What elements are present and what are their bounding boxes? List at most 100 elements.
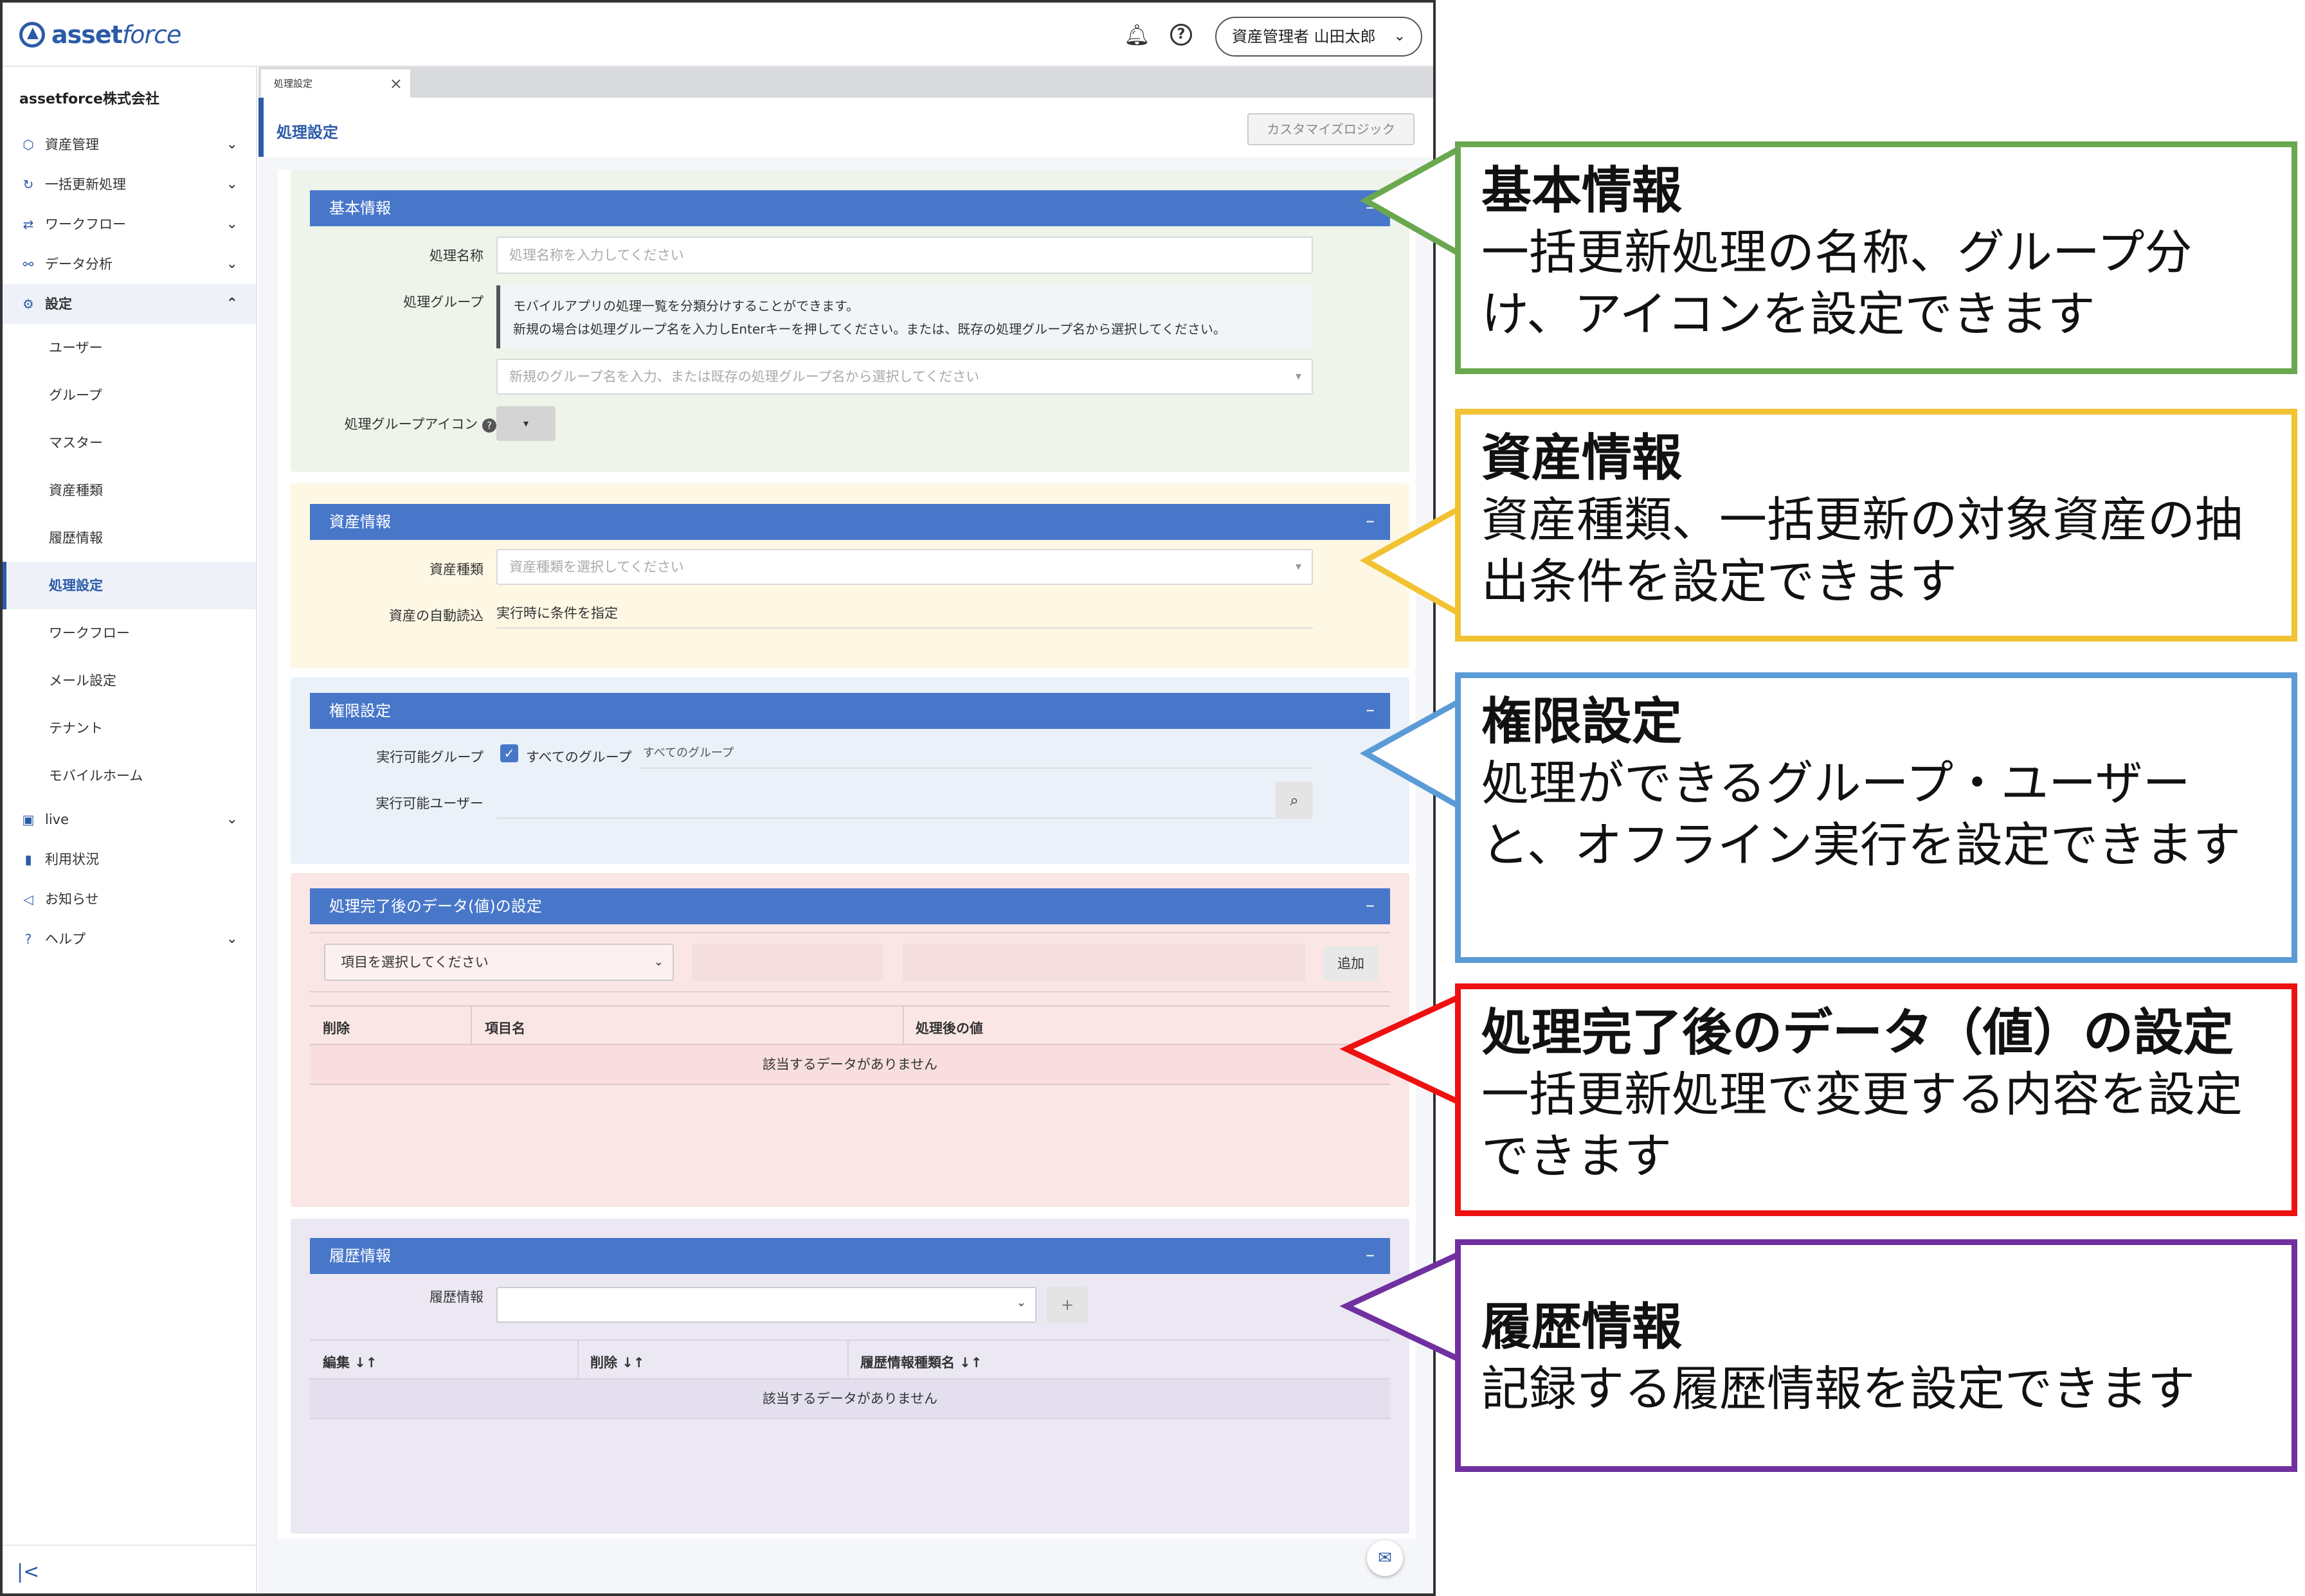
sidebar-subitem-groups[interactable]: グループ bbox=[3, 372, 256, 419]
section-after-processing: 処理完了後のデータ(値)の設定 – 項目を選択してください ⌄ 追加 削除 項目… bbox=[291, 873, 1409, 1207]
sidebar-item-news[interactable]: ◁ お知らせ bbox=[3, 879, 256, 919]
section-header-basic[interactable]: 基本情報 – bbox=[310, 190, 1390, 226]
users-input[interactable] bbox=[496, 782, 1274, 819]
all-groups-checkbox[interactable]: ✓ bbox=[500, 744, 518, 762]
sidebar-item-label: お知らせ bbox=[45, 892, 99, 907]
history-select[interactable]: ⌄ bbox=[496, 1287, 1036, 1323]
collapse-icon[interactable]: – bbox=[1366, 887, 1375, 923]
value-input-1[interactable] bbox=[692, 944, 883, 981]
customize-logic-button[interactable]: カスタマイズロジック bbox=[1247, 113, 1415, 145]
auto-load-value[interactable]: 実行時に条件を指定 bbox=[496, 599, 1313, 629]
callout-after-processing: 処理完了後のデータ（値）の設定 一括更新処理で変更する内容を設定できます bbox=[1455, 983, 2297, 1216]
callout-body: 資産種類、一括更新の対象資産の抽出条件を設定できます bbox=[1481, 492, 2243, 609]
callout-body: 記録する履歴情報を設定できます bbox=[1481, 1361, 2195, 1417]
column-divider bbox=[577, 1341, 579, 1379]
chevron-up-icon: ⌃ bbox=[226, 296, 238, 312]
groups-tag-field[interactable]: すべてのグループ bbox=[640, 739, 1313, 769]
column-header[interactable]: 項目名 bbox=[485, 1018, 525, 1037]
section-header-history[interactable]: 履歴情報 – bbox=[310, 1238, 1390, 1274]
sidebar-subitem-tenant[interactable]: テナント bbox=[3, 704, 256, 752]
sidebar-item-data-analysis[interactable]: ⚯ データ分析 ⌄ bbox=[3, 244, 256, 284]
sidebar-item-label: ヘルプ bbox=[45, 931, 86, 947]
callout-title: 基本情報 bbox=[1481, 162, 1683, 220]
sidebar-subitem-mobile-home[interactable]: モバイルホーム bbox=[3, 752, 256, 800]
help-icon: ? bbox=[24, 931, 32, 947]
sidebar-subitem-mail-settings[interactable]: メール設定 bbox=[3, 657, 256, 704]
callout-title: 資産情報 bbox=[1481, 429, 1683, 487]
assetforce-logo[interactable]: assetforce bbox=[19, 21, 181, 49]
column-header-sortable[interactable]: 編集 ↓↑ bbox=[323, 1352, 377, 1372]
column-header-sortable[interactable]: 削除 ↓↑ bbox=[590, 1352, 645, 1372]
form-content: 基本情報 – 処理名称 処理名称を入力してください 処理グループ モバイルアプリ… bbox=[278, 170, 1416, 1539]
sidebar-subitem-workflow[interactable]: ワークフロー bbox=[3, 609, 256, 657]
bell-icon[interactable]: 🔔︎ bbox=[1124, 22, 1150, 48]
refresh-icon: ↻ bbox=[23, 177, 34, 192]
sidebar-subitem-master[interactable]: マスター bbox=[3, 419, 256, 467]
help-circle-icon[interactable]: ? bbox=[1170, 24, 1192, 46]
sidebar-subitem-label: モバイルホーム bbox=[49, 768, 143, 784]
executable-users-label: 実行可能ユーザー bbox=[375, 796, 484, 811]
sidebar-item-live[interactable]: ▣ live ⌄ bbox=[3, 800, 256, 839]
section-title: 処理完了後のデータ(値)の設定 bbox=[329, 897, 542, 915]
workflow-icon: ⇄ bbox=[23, 217, 34, 232]
chevron-down-icon: ⌄ bbox=[226, 176, 238, 192]
sidebar-item-settings[interactable]: ⚙ 設定 ⌃ bbox=[3, 284, 256, 324]
tab-process-settings[interactable]: 処理設定 × bbox=[261, 69, 410, 98]
sidebar-subitem-process-settings[interactable]: 処理設定 bbox=[3, 562, 256, 609]
tab-strip: 処理設定 × bbox=[258, 67, 1433, 98]
section-header-after[interactable]: 処理完了後のデータ(値)の設定 – bbox=[310, 888, 1390, 924]
column-header-sortable[interactable]: 履歴情報種類名 ↓↑ bbox=[860, 1352, 982, 1372]
column-header[interactable]: 処理後の値 bbox=[916, 1018, 983, 1037]
name-label: 処理名称 bbox=[429, 248, 484, 264]
section-history: 履歴情報 – 履歴情報 ⌄ + 編集 ↓↑ 削除 ↓↑ 履歴情報種類名 ↓↑ 該… bbox=[291, 1219, 1409, 1534]
chat-icon[interactable]: ✉ bbox=[1367, 1540, 1403, 1576]
collapse-sidebar-icon[interactable]: |< bbox=[17, 1561, 39, 1583]
user-menu-button[interactable]: 資産管理者 山田太郎 ⌄ bbox=[1215, 17, 1422, 57]
sidebar-subitem-asset-types[interactable]: 資産種類 bbox=[3, 467, 256, 514]
tab-label: 処理設定 bbox=[274, 78, 313, 89]
group-hint-line-1: モバイルアプリの処理一覧を分類分けすることができます。 bbox=[513, 298, 859, 314]
sidebar-subitem-users[interactable]: ユーザー bbox=[3, 324, 256, 372]
process-name-input[interactable]: 処理名称を入力してください bbox=[496, 237, 1313, 274]
gear-icon: ⚙ bbox=[23, 296, 34, 312]
sidebar-item-usage[interactable]: ▮ 利用状況 bbox=[3, 839, 256, 879]
column-divider bbox=[847, 1341, 849, 1379]
add-button[interactable]: 追加 bbox=[1323, 946, 1378, 981]
sidebar-item-label: 利用状況 bbox=[45, 852, 99, 867]
column-header[interactable]: 削除 bbox=[323, 1018, 350, 1037]
search-icon[interactable]: ⌕ bbox=[1276, 782, 1313, 819]
sidebar-subitem-history[interactable]: 履歴情報 bbox=[3, 514, 256, 562]
asset-type-select[interactable]: 資産種類を選択してください bbox=[496, 549, 1313, 585]
add-history-button[interactable]: + bbox=[1047, 1287, 1088, 1323]
section-header-permission[interactable]: 権限設定 – bbox=[310, 693, 1390, 729]
chevron-down-icon: ⌄ bbox=[226, 931, 238, 947]
sidebar-subitem-label: グループ bbox=[49, 388, 102, 403]
logo-text: assetforce bbox=[51, 21, 181, 49]
callout-pointer-asset bbox=[1359, 505, 1463, 617]
item-select[interactable]: 項目を選択してください ⌄ bbox=[324, 944, 674, 981]
section-header-asset[interactable]: 資産情報 – bbox=[310, 504, 1390, 540]
sidebar-item-asset-management[interactable]: ⬡ 資産管理 ⌄ bbox=[3, 125, 256, 165]
callout-body: 処理ができるグループ・ユーザーと、オフライン実行を設定できます bbox=[1481, 756, 2241, 873]
sidebar-item-help[interactable]: ? ヘルプ ⌄ bbox=[3, 919, 256, 959]
callout-body: 一括更新処理で変更する内容を設定できます bbox=[1481, 1067, 2243, 1184]
live-icon: ▣ bbox=[22, 812, 35, 827]
value-input-2[interactable] bbox=[903, 944, 1305, 981]
sidebar-item-label: ワークフロー bbox=[45, 217, 126, 232]
group-icon-dropdown[interactable]: ▾ bbox=[496, 406, 556, 441]
user-menu-label: 資産管理者 山田太郎 bbox=[1232, 28, 1376, 46]
group-label: 処理グループ bbox=[403, 294, 484, 310]
process-group-select[interactable]: 新規のグループ名を入力、または既存の処理グループ名から選択してください bbox=[496, 359, 1313, 395]
history-table-header: 編集 ↓↑ 削除 ↓↑ 履歴情報種類名 ↓↑ bbox=[310, 1340, 1390, 1379]
close-icon[interactable]: × bbox=[390, 69, 402, 98]
callout-basic-info: 基本情報 一括更新処理の名称、グループ分け、アイコンを設定できます bbox=[1455, 141, 2297, 374]
sidebar-item-bulk-update[interactable]: ↻ 一括更新処理 ⌄ bbox=[3, 165, 256, 204]
chevron-down-icon: ⌄ bbox=[226, 256, 238, 272]
sidebar-item-workflow[interactable]: ⇄ ワークフロー ⌄ bbox=[3, 204, 256, 244]
chevron-down-icon: ⌄ bbox=[1393, 28, 1406, 44]
sidebar-subitem-label: ユーザー bbox=[49, 340, 103, 355]
help-circle-icon[interactable]: ? bbox=[482, 418, 496, 433]
group-hint-line-2: 新規の場合は処理グループ名を入力しEnterキーを押してください。または、既存の… bbox=[513, 321, 1226, 337]
section-basic-info: 基本情報 – 処理名称 処理名称を入力してください 処理グループ モバイルアプリ… bbox=[291, 170, 1409, 472]
callout-title: 履歴情報 bbox=[1481, 1298, 1683, 1356]
